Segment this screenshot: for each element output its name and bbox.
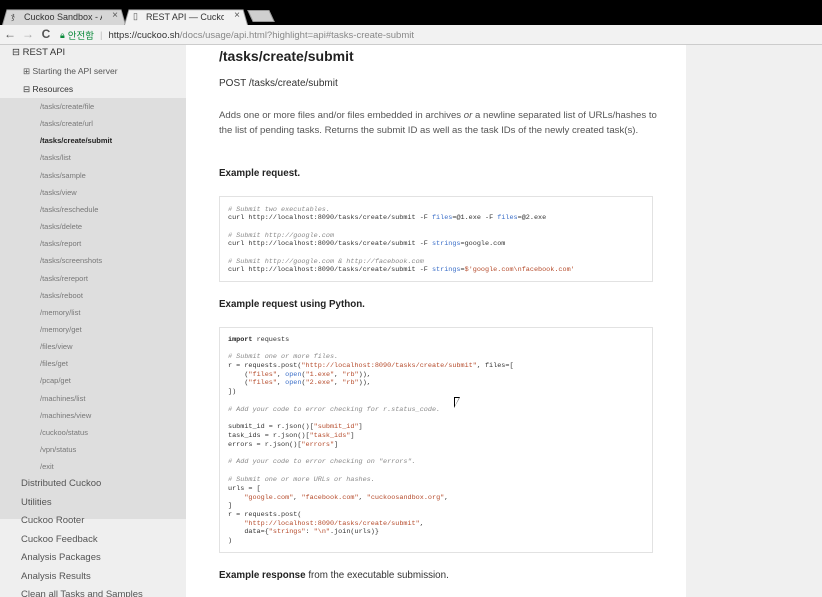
description-part-1: Adds one or more files and/or files embe… [219, 110, 464, 121]
sidebar-section-link[interactable]: Utilities [21, 497, 52, 508]
mouse-cursor-icon [454, 397, 460, 408]
sidebar-rest-api[interactable]: ⊟ REST API [12, 47, 65, 58]
sidebar-starting-api-server[interactable]: ⊞ Starting the API server [23, 66, 118, 77]
url-host: https://cuckoo.sh [108, 29, 180, 41]
sidebar-resource-link[interactable]: /tasks/create/submit [40, 136, 112, 145]
sidebar-section-link[interactable]: Analysis Packages [21, 552, 101, 563]
code-line: # Submit http://google.com [228, 232, 335, 240]
sidebar-resource-link[interactable]: /exit [40, 462, 54, 471]
code-line: # Submit one or more files. [228, 353, 339, 361]
sidebar-resource-link[interactable]: /tasks/delete [40, 222, 82, 231]
address-bar[interactable]: 🔒︎ 안전함 | https://cuckoo.sh /docs/usage/a… [60, 27, 822, 43]
code-line: submit_id = r.json()["submit_id"] [228, 423, 363, 431]
code-line: ) [228, 537, 233, 545]
tab-label: Cuckoo Sandbox - Auto [24, 11, 102, 22]
right-gutter [686, 45, 822, 597]
security-label: 안전함 [67, 31, 95, 42]
tab-cuckoo-sandbox[interactable]: ჯ Cuckoo Sandbox - Auto × [2, 8, 126, 25]
example-response-rest: from the executable submission. [305, 570, 449, 581]
code-line: r = requests.post("http://localhost:8090… [228, 362, 514, 370]
sidebar-resource-link[interactable]: /tasks/reboot [40, 291, 83, 300]
tab-close-icon[interactable]: × [234, 10, 240, 21]
sidebar-section-link[interactable]: Cuckoo Rooter [21, 515, 84, 526]
tab-label: REST API — Cuckoo Sa [146, 11, 224, 22]
code-line: ("files", open("2.exe", "rb")), [228, 379, 371, 387]
sidebar-section-link[interactable]: Distributed Cuckoo [21, 478, 101, 489]
code-line: "google.com", "facebook.com", "cuckoosan… [244, 494, 449, 502]
sidebar-resource-link[interactable]: /tasks/create/file [40, 102, 94, 111]
example-python-heading: Example request using Python. [219, 299, 365, 310]
sidebar-resource-link[interactable]: /tasks/view [40, 188, 77, 197]
forward-arrow-icon[interactable]: → [21, 27, 35, 41]
code-line: urls = [ [228, 485, 261, 493]
code-line: # Add your code to error checking for r.… [228, 406, 441, 414]
sidebar-resource-link[interactable]: /vpn/status [40, 445, 76, 454]
sidebar-resource-link[interactable]: /tasks/create/url [40, 119, 93, 128]
sidebar-resource-link[interactable]: /cuckoo/status [40, 428, 88, 437]
sidebar-section-link[interactable]: Analysis Results [21, 571, 91, 582]
description: Adds one or more files and/or files embe… [219, 108, 659, 138]
curl-code-block: # Submit two executables. curl http://lo… [219, 196, 653, 282]
new-tab-button[interactable] [247, 10, 275, 22]
docs-sidebar: ⊟ REST API ⊞ Starting the API server ⊟ R… [0, 45, 186, 597]
sidebar-resource-link[interactable]: /tasks/reschedule [40, 205, 98, 214]
back-arrow-icon[interactable]: ← [3, 27, 17, 41]
code-line: # Add your code to error checking on "er… [228, 458, 416, 466]
url-path: /docs/usage/api.html?highlight=api#tasks… [179, 29, 414, 41]
sidebar-resources[interactable]: ⊟ Resources [23, 84, 73, 95]
example-response-heading: Example response from the executable sub… [219, 570, 449, 581]
sidebar-section-link[interactable]: Cuckoo Feedback [21, 534, 98, 545]
reload-icon[interactable]: C [39, 27, 53, 41]
code-line: "http://localhost:8090/tasks/create/subm… [244, 520, 424, 528]
code-line: # Submit two executables. [228, 206, 330, 214]
example-response-bold: Example response [219, 570, 306, 581]
sidebar-resource-link[interactable]: /tasks/sample [40, 171, 86, 180]
sidebar-resource-link[interactable]: /tasks/screenshots [40, 256, 102, 265]
sidebar-resource-link[interactable]: /tasks/list [40, 153, 71, 162]
tab-close-icon[interactable]: × [112, 10, 118, 21]
code-line: ]) [228, 388, 237, 396]
code-line: import requests [228, 336, 290, 344]
endpoint-signature: POST /tasks/create/submit [219, 78, 338, 89]
sidebar-resource-link[interactable]: /machines/list [40, 394, 85, 403]
page-title: /tasks/create/submit [219, 48, 354, 64]
code-line: data={"strings": "\n".join(urls)} [228, 528, 379, 536]
code-line: r = requests.post( [228, 511, 302, 519]
browser-toolbar: ← → C 🔒︎ 안전함 | https://cuckoo.sh /docs/u… [0, 25, 822, 45]
tab-strip: ჯ Cuckoo Sandbox - Auto × ▯ REST API — C… [0, 6, 822, 25]
lock-icon: 🔒︎ [60, 29, 65, 40]
tab-rest-api[interactable]: ▯ REST API — Cuckoo Sa × [124, 8, 248, 25]
sidebar-resource-link[interactable]: /pcap/get [40, 376, 71, 385]
example-request-heading: Example request. [219, 168, 301, 179]
url-separator: | [100, 29, 103, 41]
code-line: curl http://localhost:8090/tasks/create/… [228, 214, 547, 222]
code-line: # Submit http://google.com & http://face… [228, 258, 424, 266]
sidebar-resource-link[interactable]: /memory/get [40, 325, 82, 334]
sidebar-resource-link[interactable]: /memory/list [40, 308, 80, 317]
code-line: ("files", open("1.exe", "rb")), [228, 371, 371, 379]
browser-window: ჯ Cuckoo Sandbox - Auto × ▯ REST API — C… [0, 0, 822, 597]
sidebar-resource-link[interactable]: /files/view [40, 342, 73, 351]
python-code-block: import requests # Submit one or more fil… [219, 327, 653, 553]
sidebar-section-link[interactable]: Clean all Tasks and Samples [21, 589, 143, 597]
sidebar-resource-link[interactable]: /files/get [40, 359, 68, 368]
code-line: task_ids = r.json()["task_ids"] [228, 432, 355, 440]
sidebar-resource-link[interactable]: /tasks/report [40, 239, 81, 248]
resources-panel [0, 98, 186, 519]
sidebar-resource-link[interactable]: /machines/view [40, 411, 91, 420]
code-line: ] [228, 502, 233, 510]
sidebar-resource-link[interactable]: /tasks/rereport [40, 274, 88, 283]
code-line: curl http://localhost:8090/tasks/create/… [228, 240, 506, 248]
code-line: curl http://localhost:8090/tasks/create/… [228, 266, 575, 274]
code-line: errors = r.json()["errors"] [228, 441, 339, 449]
code-line: # Submit one or more URLs or hashes. [228, 476, 375, 484]
